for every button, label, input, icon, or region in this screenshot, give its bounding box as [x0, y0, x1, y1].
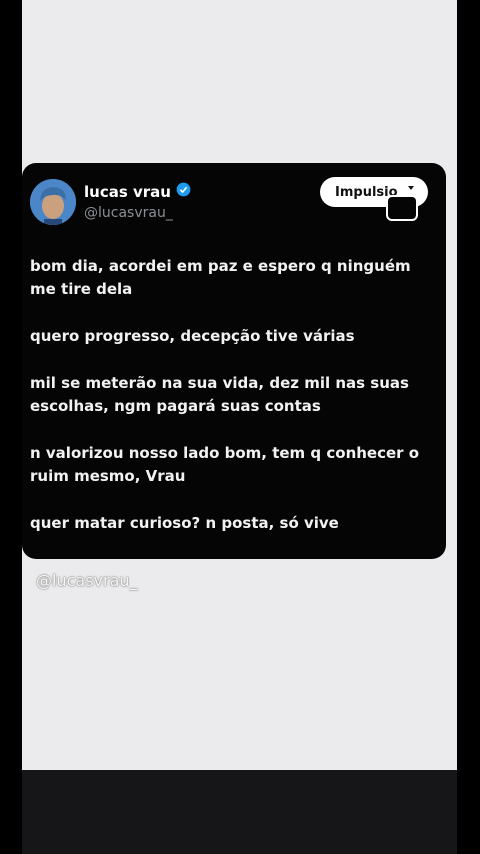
- post-paragraph: quer matar curioso? n posta, só vive: [30, 514, 339, 532]
- post-paragraph: quero progresso, decepção tive várias: [30, 327, 355, 345]
- account-handle[interactable]: @lucasvrau_: [84, 205, 173, 221]
- account-name[interactable]: lucas vrau: [84, 182, 191, 201]
- post-paragraph: bom dia, acordei em paz e espero q ningu…: [30, 257, 411, 298]
- post-paragraph: mil se meterão na sua vida, dez mil nas …: [30, 374, 409, 415]
- verified-badge-icon: [176, 182, 191, 201]
- focus-indicator: [386, 195, 418, 221]
- post-paragraph: n valorizou nosso lado bom, tem q conhec…: [30, 444, 420, 485]
- profile-avatar[interactable]: [30, 179, 76, 225]
- chevron-down-icon: [408, 186, 414, 190]
- bottom-bar: [22, 770, 457, 854]
- account-name-text: lucas vrau: [84, 183, 171, 201]
- post-card: lucas vrau @lucasvrau_ Impulsio bom dia,…: [22, 163, 446, 559]
- post-text: bom dia, acordei em paz e espero q ningu…: [30, 255, 430, 559]
- watermark-handle: @lucasvrau_: [36, 571, 138, 590]
